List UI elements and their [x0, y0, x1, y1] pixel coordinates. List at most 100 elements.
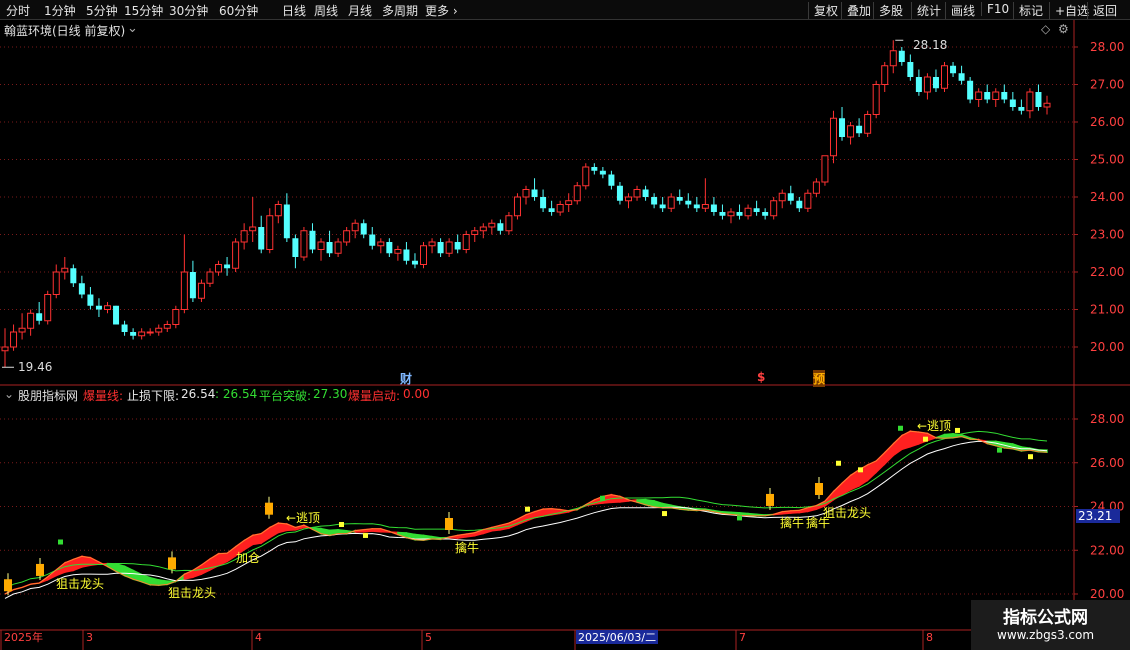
period-tab-10[interactable]: 更多 ›: [425, 2, 458, 19]
indicator-band-segment: [192, 563, 203, 579]
candle-body: [565, 200, 573, 205]
candle-body: [556, 204, 564, 213]
candle-body: [907, 62, 914, 77]
signal-escape-top: ←逃顶: [917, 419, 952, 433]
signal-bar: [168, 557, 176, 570]
toolbar-button-4[interactable]: 画线: [945, 2, 975, 19]
candle-body: [189, 272, 196, 299]
indicator-name: 股朋指标网: [18, 389, 79, 403]
period-tab-0[interactable]: 分时: [6, 2, 30, 19]
period-tab-5[interactable]: 60分钟: [219, 2, 258, 19]
candle-body: [113, 305, 120, 325]
candle-body: [52, 271, 60, 295]
signal-bar: [265, 502, 273, 515]
y-tick-label: 26.00: [1090, 456, 1124, 470]
signal-catch-bull: 擒牛: [780, 516, 805, 530]
candle-body: [479, 226, 487, 232]
candle-body: [240, 230, 248, 243]
candle-body: [197, 282, 205, 299]
candle-body: [163, 324, 171, 329]
date-label: 7: [739, 631, 746, 644]
candle-body: [847, 125, 855, 138]
y-tick-label: 27.00: [1090, 78, 1124, 92]
period-tab-2[interactable]: 5分钟: [86, 2, 118, 19]
candle-body: [591, 167, 598, 171]
candle-body: [923, 76, 931, 93]
candle-body: [796, 200, 803, 209]
signal-dot: [662, 511, 667, 517]
period-tab-7[interactable]: 周线: [314, 2, 338, 19]
toolbar-button-2[interactable]: 多股: [873, 2, 903, 19]
signal-bar: [815, 483, 823, 495]
period-tab-3[interactable]: 15分钟: [124, 2, 163, 19]
period-toolbar: 分时 1分钟 5分钟 15分钟 30分钟 60分钟 日线 周线 月线 多周期 更多 › 复权 叠加 多股统…: [0, 0, 1130, 20]
chart-area[interactable]: 28.00 27.00 26.00 25.00 24.00 23.00 22.00 21.00…: [0, 20, 1130, 650]
signal-dot: [836, 460, 841, 466]
candle-body: [599, 170, 606, 175]
signal-bar: [445, 518, 453, 530]
y-tick-label: 20.00: [1090, 587, 1124, 601]
candle-body: [18, 327, 26, 333]
candle-body: [727, 211, 735, 217]
settings-icon[interactable]: ⚙: [1058, 22, 1069, 36]
candle-body: [1001, 92, 1008, 100]
candle-body: [180, 271, 188, 310]
indicator-band-segment: [226, 545, 237, 563]
indicator-band-segment: [892, 433, 903, 457]
candle-body: [778, 192, 786, 202]
candle-body: [762, 212, 769, 216]
signal-dot: [997, 447, 1002, 453]
y-tick-label: 23.00: [1090, 228, 1124, 242]
toolbar-button-5[interactable]: F10: [981, 2, 1009, 16]
candle-body: [967, 80, 974, 100]
candle-body: [829, 117, 837, 157]
candle-body: [292, 238, 299, 257]
diamond-icon[interactable]: ◇: [1041, 22, 1050, 36]
candle-body: [215, 264, 223, 273]
candle-body: [95, 305, 102, 310]
dividend-marker[interactable]: $: [757, 370, 765, 384]
period-tab-1[interactable]: 1分钟: [44, 2, 76, 19]
forecast-marker[interactable]: 预: [813, 370, 826, 387]
financial-marker[interactable]: 财: [400, 370, 412, 387]
candle-body: [941, 65, 949, 89]
candle-body: [155, 327, 163, 333]
candle-body: [360, 223, 367, 235]
candle-body: [497, 223, 504, 231]
signal-add-position: 加仓: [236, 551, 261, 565]
candle-body: [403, 249, 410, 261]
toolbar-button-1[interactable]: 叠加: [841, 2, 871, 19]
candle-body: [753, 208, 760, 212]
candle-body: [548, 208, 555, 212]
toolbar-button-0[interactable]: 复权: [808, 2, 838, 19]
toolbar-button-7[interactable]: +自选: [1049, 2, 1089, 19]
candle-body: [633, 189, 641, 198]
candle-body: [317, 241, 325, 250]
period-tab-4[interactable]: 30分钟: [169, 2, 208, 19]
toolbar-button-3[interactable]: 统计: [911, 2, 941, 19]
signal-dot: [339, 522, 344, 527]
indicator-band-segment: [200, 557, 211, 576]
candle-body: [701, 204, 709, 209]
y-tick-label: 22.00: [1090, 265, 1124, 279]
indicator-field-burst-start-value: 0.00: [403, 387, 430, 401]
y-tick-label: 28.00: [1090, 412, 1124, 426]
y-tick-label: 26.00: [1090, 115, 1124, 129]
candle-body: [950, 65, 957, 74]
chevron-down-icon[interactable]: ⌄: [127, 21, 138, 36]
period-tab-8[interactable]: 月线: [348, 2, 372, 19]
candle-body: [283, 204, 290, 239]
signal-dot: [737, 515, 742, 521]
toolbar-button-8[interactable]: 返回: [1087, 2, 1117, 19]
candle-body: [1043, 102, 1051, 108]
indicator-band-segment: [149, 576, 160, 587]
date-label: 2025年: [4, 630, 43, 644]
chevron-down-icon[interactable]: ⌄: [4, 387, 14, 401]
toolbar-button-6[interactable]: 标记: [1013, 2, 1043, 19]
period-tab-9[interactable]: 多周期: [382, 2, 418, 19]
signal-dot: [858, 467, 863, 473]
indicator-field-stoploss-value: 26.54: [181, 387, 216, 401]
candle-body: [821, 155, 829, 183]
candle-body: [343, 230, 351, 243]
period-tab-6[interactable]: 日线: [282, 2, 306, 19]
